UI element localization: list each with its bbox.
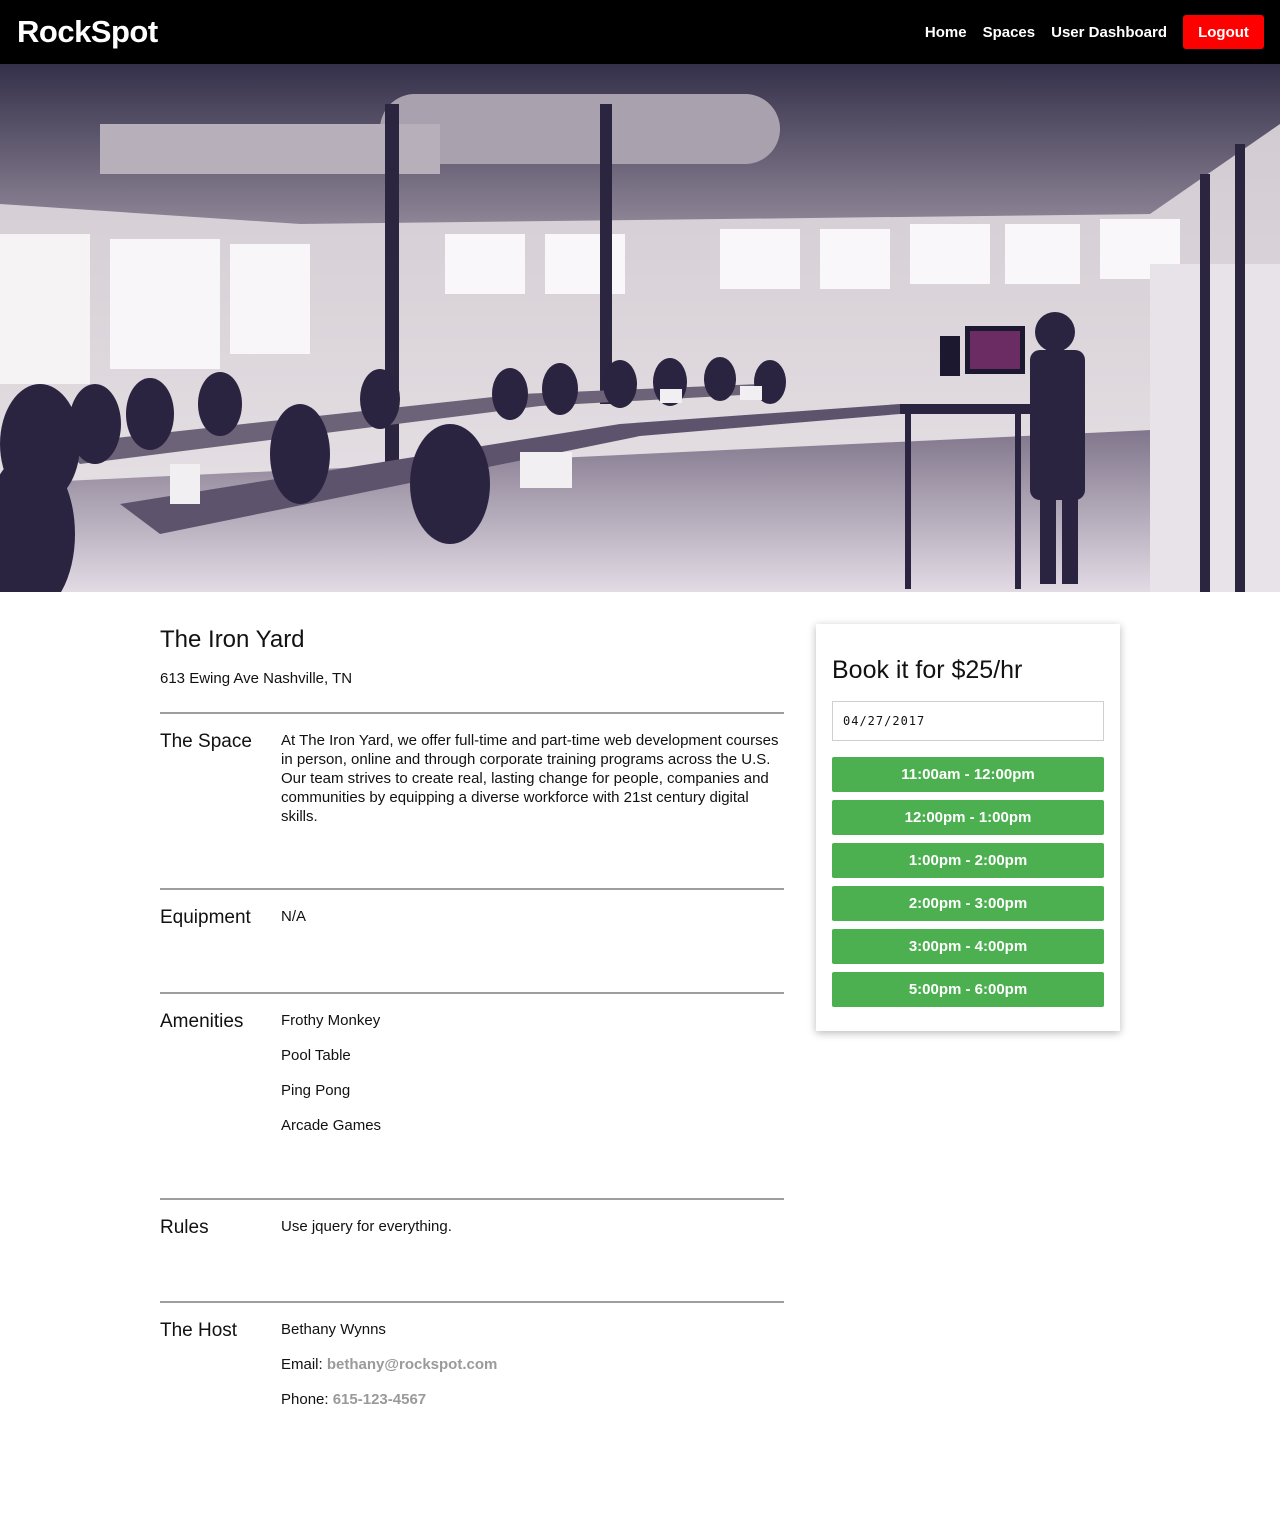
- rules-text: Use jquery for everything.: [281, 1218, 452, 1235]
- host-name: Bethany Wynns: [281, 1321, 386, 1338]
- amenity-item: Arcade Games: [281, 1117, 382, 1134]
- time-slot-button[interactable]: 3:00pm - 4:00pm: [832, 929, 1104, 964]
- host-email-link[interactable]: bethany@rockspot.com: [327, 1356, 498, 1373]
- amenity-item: Pool Table: [281, 1047, 351, 1064]
- nav-spaces-link[interactable]: Spaces: [983, 24, 1036, 41]
- top-navbar: RockSpot Home Spaces User Dashboard Logo…: [0, 0, 1280, 64]
- equipment-text: N/A: [281, 908, 307, 925]
- section-equipment: Equipment N/A: [160, 888, 784, 992]
- space-hero-photo: [0, 64, 1280, 592]
- email-label: Email:: [281, 1356, 323, 1373]
- section-label: The Host: [160, 1320, 238, 1341]
- section-label: Equipment: [160, 907, 251, 928]
- section-the-space: The Space At The Iron Yard, we offer ful…: [160, 712, 784, 890]
- space-title: The Iron Yard: [160, 626, 305, 653]
- booking-title: Book it for $25/hr: [832, 656, 1023, 684]
- host-phone-row: Phone: 615-123-4567: [281, 1390, 784, 1425]
- amenity-item: Ping Pong: [281, 1082, 351, 1099]
- host-email-row: Email: bethany@rockspot.com: [281, 1355, 784, 1390]
- time-slot-button[interactable]: 12:00pm - 1:00pm: [832, 800, 1104, 835]
- time-slot-button[interactable]: 5:00pm - 6:00pm: [832, 972, 1104, 1007]
- section-the-host: The Host Bethany Wynns Email: bethany@ro…: [160, 1301, 784, 1431]
- section-label: The Space: [160, 731, 252, 752]
- host-details: Bethany Wynns Email: bethany@rockspot.co…: [281, 1320, 784, 1425]
- booking-date-input[interactable]: [832, 701, 1104, 741]
- nav-links: Home Spaces User Dashboard Logout: [909, 15, 1264, 49]
- time-slot-button[interactable]: 1:00pm - 2:00pm: [832, 843, 1104, 878]
- logout-button[interactable]: Logout: [1183, 15, 1264, 49]
- amenity-item: Frothy Monkey: [281, 1012, 381, 1029]
- section-amenities: Amenities Frothy Monkey Pool Table Ping …: [160, 992, 784, 1198]
- host-phone-link[interactable]: 615-123-4567: [333, 1391, 426, 1408]
- space-address: 613 Ewing Ave Nashville, TN: [160, 670, 353, 687]
- phone-label: Phone:: [281, 1391, 329, 1408]
- nav-user-dashboard-link[interactable]: User Dashboard: [1051, 24, 1167, 41]
- classroom-photo: [0, 64, 1280, 592]
- brand-logo[interactable]: RockSpot: [17, 14, 158, 50]
- amenities-list: Frothy Monkey Pool Table Ping Pong Arcad…: [281, 1011, 784, 1151]
- space-description: At The Iron Yard, we offer full-time and…: [281, 732, 779, 825]
- section-label: Rules: [160, 1217, 209, 1238]
- time-slot-button[interactable]: 11:00am - 12:00pm: [832, 757, 1104, 792]
- nav-home-link[interactable]: Home: [925, 24, 967, 41]
- section-label: Amenities: [160, 1011, 244, 1032]
- booking-card: Book it for $25/hr 11:00am - 12:00pm 12:…: [816, 624, 1120, 1031]
- time-slot-button[interactable]: 2:00pm - 3:00pm: [832, 886, 1104, 921]
- section-rules: Rules Use jquery for everything.: [160, 1198, 784, 1302]
